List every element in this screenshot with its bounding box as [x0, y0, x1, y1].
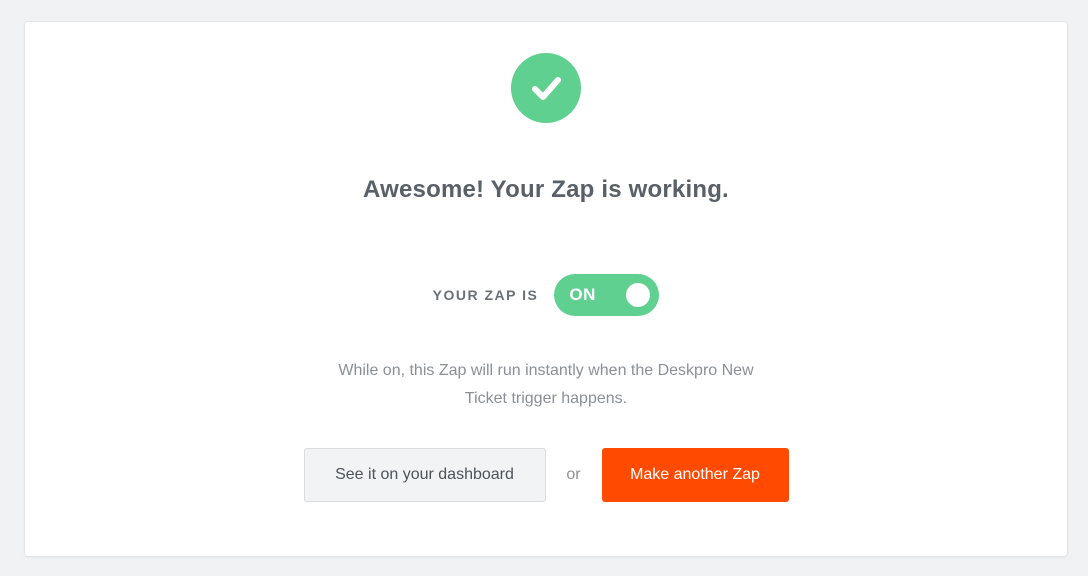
toggle-state-text: ON [569, 285, 596, 304]
or-separator: or [566, 466, 581, 483]
checkmark-icon [532, 77, 561, 100]
zap-status-label: YOUR ZAP IS [432, 287, 539, 303]
action-buttons: See it on your dashboard or Make another… [25, 448, 1067, 502]
success-card: Awesome! Your Zap is working. YOUR ZAP I… [24, 21, 1068, 557]
toggle-knob [626, 283, 651, 307]
zap-description: While on, this Zap will run instantly wh… [285, 357, 807, 413]
zap-on-off-toggle[interactable]: ON [554, 274, 660, 316]
see-dashboard-button[interactable]: See it on your dashboard [303, 448, 546, 502]
description-line-2: Ticket trigger happens. [464, 390, 628, 407]
success-headline: Awesome! Your Zap is working. [363, 176, 729, 203]
checkmark-circle-icon [511, 53, 581, 123]
make-another-zap-button[interactable]: Make another Zap [601, 448, 789, 502]
description-line-1: While on, this Zap will run instantly wh… [338, 362, 754, 379]
zap-status-row: YOUR ZAP IS ON [25, 274, 1067, 316]
